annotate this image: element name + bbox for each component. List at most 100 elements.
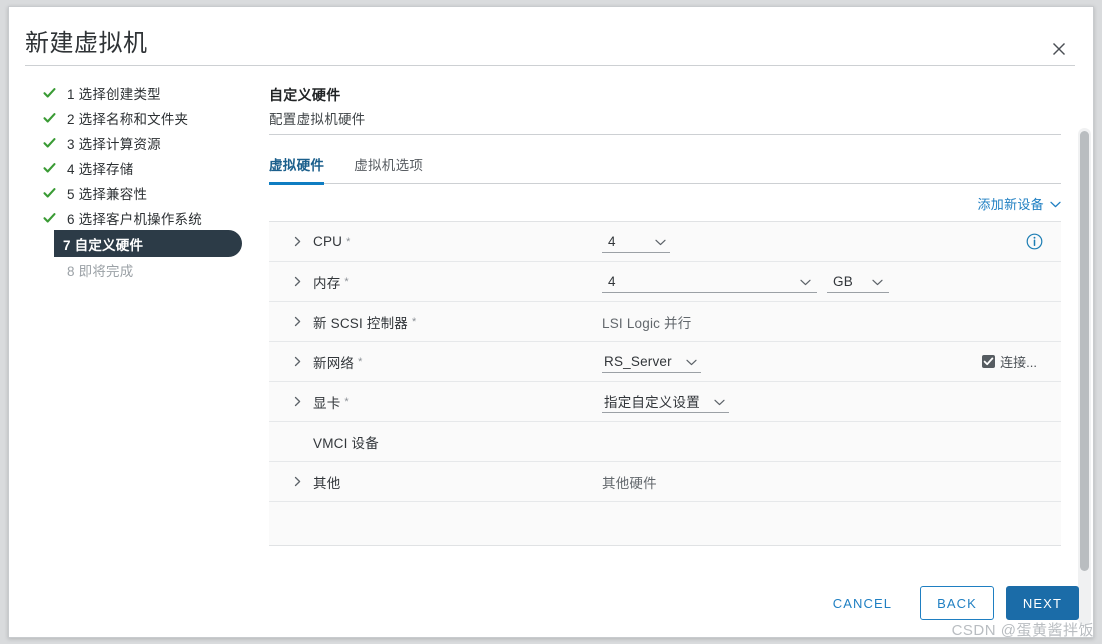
dialog-footer: CANCEL BACK NEXT — [9, 574, 1093, 637]
checkbox-checked-icon — [982, 355, 996, 368]
memory-unit-value: GB — [833, 273, 853, 289]
tab-vm-options[interactable]: 虚拟机选项 — [354, 152, 423, 184]
footer-button-row: CANCEL BACK NEXT — [817, 586, 1079, 620]
network-connect-checkbox[interactable]: 连接... — [982, 352, 1037, 371]
sidebar-step-label: 7 自定义硬件 — [63, 237, 144, 253]
row-value-network: RS_Server — [602, 351, 701, 373]
sidebar-step-label: 2 选择名称和文件夹 — [67, 111, 189, 127]
table-row: CPU * 4 — [269, 222, 1061, 262]
add-new-device-button[interactable]: 添加新设备 — [977, 194, 1061, 213]
row-label-cpu[interactable]: CPU * — [291, 234, 351, 249]
video-card-select-value: 指定自定义设置 — [604, 395, 700, 410]
row-name-text: 新网络 — [313, 355, 355, 371]
sidebar-step-5[interactable]: 5 选择兼容性 — [9, 180, 244, 205]
network-connect-label: 连接... — [1000, 355, 1037, 370]
table-row: 内存 * 4 GB — [269, 262, 1061, 302]
check-icon — [43, 211, 56, 224]
row-label-memory[interactable]: 内存 * — [291, 272, 349, 292]
sidebar-step-1[interactable]: 1 选择创建类型 — [9, 80, 244, 105]
chevron-down-icon — [1050, 196, 1061, 211]
chevron-right-icon[interactable] — [291, 355, 304, 368]
page-title: 新建虚拟机 — [25, 30, 148, 57]
cpu-select[interactable]: 4 — [602, 231, 670, 253]
check-icon — [43, 186, 56, 199]
sidebar-step-label: 1 选择创建类型 — [67, 86, 161, 102]
chevron-right-icon[interactable] — [291, 315, 304, 328]
sidebar-step-8[interactable]: 8 即将完成 — [9, 257, 244, 282]
check-icon — [43, 86, 56, 99]
sidebar-step-label: 6 选择客户机操作系统 — [67, 211, 202, 227]
sidebar-step-4[interactable]: 4 选择存储 — [9, 155, 244, 180]
chevron-down-icon — [714, 394, 725, 409]
memory-select[interactable]: 4 — [602, 271, 817, 293]
video-card-select[interactable]: 指定自定义设置 — [602, 391, 729, 413]
row-label-vmci-device: VMCI 设备 — [291, 432, 379, 452]
sidebar-step-label: 4 选择存储 — [67, 161, 134, 177]
dialog-body: 1 选择创建类型 2 选择名称和文件夹 3 选择计算资源 4 选择存储 5 选择… — [9, 66, 1093, 625]
row-label-other[interactable]: 其他 — [291, 472, 344, 492]
row-label-scsi-controller[interactable]: 新 SCSI 控制器 * — [291, 312, 417, 332]
network-select[interactable]: RS_Server — [602, 351, 701, 373]
check-icon — [43, 111, 56, 124]
pane-subtitle: 配置虚拟机硬件 — [269, 112, 366, 127]
chevron-right-icon[interactable] — [291, 275, 304, 288]
chevron-down-icon — [655, 234, 666, 249]
row-name-text: 内存 — [313, 275, 341, 291]
sidebar-step-2[interactable]: 2 选择名称和文件夹 — [9, 105, 244, 130]
chevron-right-icon[interactable] — [291, 235, 304, 248]
sidebar-step-label: 8 即将完成 — [67, 263, 134, 279]
sidebar-step-7[interactable]: 7 自定义硬件 — [54, 230, 242, 257]
dialog-titlebar: 新建虚拟机 — [9, 7, 1093, 59]
row-name-text: CPU — [313, 234, 343, 249]
chevron-right-icon[interactable] — [291, 395, 304, 408]
check-icon — [43, 161, 56, 174]
cpu-select-value: 4 — [608, 233, 616, 249]
row-name-text: 新 SCSI 控制器 — [313, 315, 409, 331]
row-value-other: 其他硬件 — [602, 475, 657, 491]
back-button[interactable]: BACK — [920, 586, 994, 620]
add-new-device-label: 添加新设备 — [977, 197, 1044, 212]
row-label-video-card[interactable]: 显卡 * — [291, 392, 349, 412]
required-marker: * — [358, 355, 363, 368]
sidebar-step-label: 3 选择计算资源 — [67, 136, 161, 152]
row-name-text: 显卡 — [313, 395, 341, 411]
chevron-right-icon[interactable] — [291, 475, 304, 488]
vertical-scrollbar[interactable] — [1078, 128, 1091, 625]
memory-unit-select[interactable]: GB — [827, 271, 889, 293]
table-row: 新 SCSI 控制器 * LSI Logic 并行 — [269, 302, 1061, 342]
table-row: 其他 其他硬件 — [269, 462, 1061, 502]
sidebar-step-6[interactable]: 6 选择客户机操作系统 — [9, 205, 244, 230]
network-select-value: RS_Server — [604, 353, 672, 369]
row-value-memory: 4 — [602, 271, 817, 293]
tab-virtual-hardware[interactable]: 虚拟硬件 — [269, 152, 325, 185]
chevron-down-icon — [686, 354, 697, 369]
new-virtual-machine-dialog: 新建虚拟机 1 选择创建类型 2 选择名称和文件夹 3 选择计算资源 4 选择存… — [8, 6, 1094, 638]
table-row: 显卡 * 指定自定义设置 — [269, 382, 1061, 422]
cancel-button[interactable]: CANCEL — [817, 586, 908, 620]
table-empty-space — [269, 502, 1061, 545]
required-marker: * — [412, 315, 417, 328]
row-value-cpu: 4 — [602, 231, 670, 253]
watermark: CSDN @蛋黄酱拌饭 — [951, 622, 1094, 639]
chevron-down-icon — [872, 274, 883, 289]
required-marker: * — [344, 275, 349, 288]
table-row: 新网络 * RS_Server 连接... — [269, 342, 1061, 382]
pane-divider — [269, 134, 1061, 135]
row-name-text: 其他 — [313, 475, 341, 491]
close-icon[interactable] — [1047, 37, 1071, 61]
main-pane: 自定义硬件 配置虚拟机硬件 虚拟硬件 虚拟机选项 添加新设备 CPU * 4 内… — [255, 66, 1075, 576]
pane-title: 自定义硬件 — [269, 87, 341, 103]
scrollbar-thumb[interactable] — [1080, 131, 1089, 571]
sidebar-step-3[interactable]: 3 选择计算资源 — [9, 130, 244, 155]
row-label-network[interactable]: 新网络 * — [291, 352, 363, 372]
next-button[interactable]: NEXT — [1005, 586, 1079, 620]
tab-bar: 虚拟硬件 虚拟机选项 — [269, 152, 1061, 185]
info-icon[interactable] — [1026, 233, 1043, 250]
required-marker: * — [344, 395, 349, 408]
row-value-scsi-controller: LSI Logic 并行 — [602, 315, 692, 331]
chevron-down-icon — [800, 274, 811, 289]
memory-select-value: 4 — [608, 273, 616, 289]
row-value-video-card: 指定自定义设置 — [602, 391, 729, 413]
required-marker: * — [346, 235, 351, 248]
table-row: VMCI 设备 — [269, 422, 1061, 462]
